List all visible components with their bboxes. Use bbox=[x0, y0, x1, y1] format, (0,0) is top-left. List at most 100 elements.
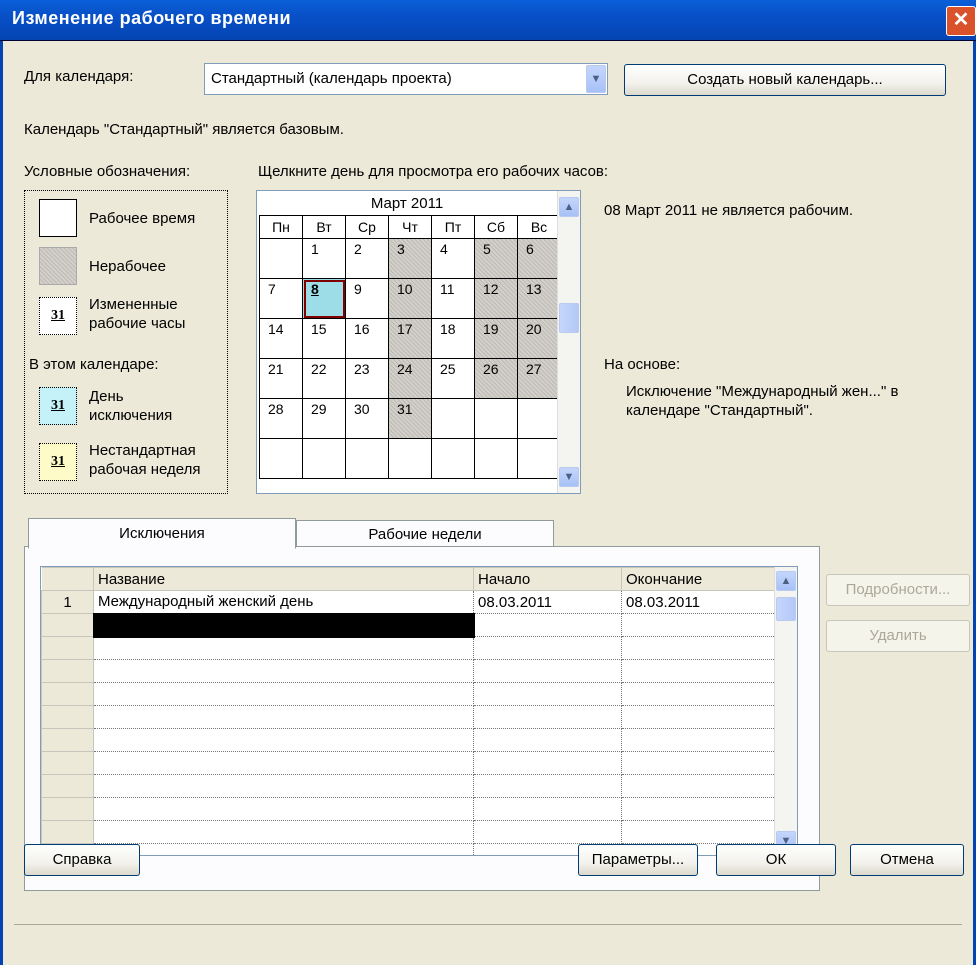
row-number[interactable]: 1 bbox=[41, 590, 94, 614]
table-cell[interactable] bbox=[621, 774, 778, 798]
calendar-day[interactable] bbox=[474, 438, 518, 479]
row-number[interactable] bbox=[41, 613, 94, 637]
active-cell[interactable] bbox=[92, 612, 475, 638]
row-number[interactable] bbox=[41, 820, 94, 844]
chevron-down-icon[interactable]: ▼ bbox=[586, 65, 606, 93]
delete-button[interactable]: Удалить bbox=[826, 620, 970, 652]
calendar-day[interactable] bbox=[259, 438, 303, 479]
calendar-day[interactable]: 16 bbox=[345, 318, 389, 359]
row-number[interactable] bbox=[41, 797, 94, 821]
calendar-day[interactable]: 7 bbox=[259, 278, 303, 319]
calendar-day-nonworking[interactable]: 6 bbox=[517, 238, 561, 279]
calendar-day[interactable]: 14 bbox=[259, 318, 303, 359]
exceptions-grid[interactable]: Название Начало Окончание 1 Международны… bbox=[40, 566, 798, 856]
table-cell[interactable] bbox=[621, 682, 778, 706]
row-number[interactable] bbox=[41, 659, 94, 683]
tab-exceptions[interactable]: Исключения bbox=[28, 518, 296, 549]
calendar-day[interactable] bbox=[517, 438, 561, 479]
calendar-day-nonworking[interactable]: 17 bbox=[388, 318, 432, 359]
calendar-day[interactable]: 15 bbox=[302, 318, 346, 359]
table-cell[interactable] bbox=[621, 797, 778, 821]
scrollbar-thumb[interactable] bbox=[776, 597, 796, 621]
options-button[interactable]: Параметры... bbox=[578, 844, 698, 876]
table-cell[interactable] bbox=[93, 843, 474, 855]
calendar-day-nonworking[interactable]: 27 bbox=[517, 358, 561, 399]
calendar-day[interactable] bbox=[431, 438, 475, 479]
calendar-day[interactable]: 21 bbox=[259, 358, 303, 399]
table-cell[interactable] bbox=[473, 751, 622, 775]
help-button[interactable]: Справка bbox=[24, 844, 140, 876]
row-number[interactable] bbox=[41, 751, 94, 775]
calendar-day[interactable] bbox=[431, 398, 475, 439]
table-cell[interactable] bbox=[93, 797, 474, 821]
table-cell[interactable] bbox=[473, 636, 622, 660]
tab-work-weeks[interactable]: Рабочие недели bbox=[296, 520, 554, 546]
table-cell[interactable] bbox=[473, 613, 622, 637]
calendar-day[interactable]: 11 bbox=[431, 278, 475, 319]
calendar-day[interactable]: 22 bbox=[302, 358, 346, 399]
chevron-up-icon[interactable]: ▲ bbox=[776, 571, 796, 591]
grid-scrollbar[interactable]: ▲ ▼ bbox=[774, 567, 797, 855]
table-cell[interactable] bbox=[621, 751, 778, 775]
table-cell[interactable] bbox=[473, 682, 622, 706]
exception-start-cell[interactable]: 08.03.2011 bbox=[473, 590, 622, 614]
close-button[interactable]: ✕ bbox=[946, 6, 976, 36]
calendar-day[interactable]: 28 bbox=[259, 398, 303, 439]
calendar-select[interactable]: Стандартный (календарь проекта) ▼ bbox=[204, 63, 608, 95]
calendar-day[interactable]: 25 bbox=[431, 358, 475, 399]
row-number[interactable] bbox=[41, 682, 94, 706]
table-cell[interactable] bbox=[93, 751, 474, 775]
chevron-up-icon[interactable]: ▲ bbox=[559, 197, 579, 217]
calendar-day-nonworking[interactable]: 19 bbox=[474, 318, 518, 359]
table-cell[interactable] bbox=[93, 636, 474, 660]
calendar-scrollbar[interactable]: ▲ ▼ bbox=[557, 191, 580, 493]
row-number[interactable] bbox=[41, 636, 94, 660]
column-header-start[interactable]: Начало bbox=[473, 567, 622, 591]
details-button[interactable]: Подробности... bbox=[826, 574, 970, 606]
ok-button[interactable]: ОК bbox=[716, 844, 836, 876]
exception-name-cell[interactable]: Международный женский день bbox=[93, 590, 474, 614]
table-cell[interactable] bbox=[621, 636, 778, 660]
row-number[interactable] bbox=[41, 728, 94, 752]
table-cell[interactable] bbox=[621, 613, 778, 637]
calendar-day-nonworking[interactable]: 3 bbox=[388, 238, 432, 279]
table-cell[interactable] bbox=[621, 820, 778, 844]
calendar-day[interactable] bbox=[388, 438, 432, 479]
cancel-button[interactable]: Отмена bbox=[850, 844, 964, 876]
table-cell[interactable] bbox=[93, 728, 474, 752]
chevron-down-icon[interactable]: ▼ bbox=[559, 467, 579, 487]
table-cell[interactable] bbox=[93, 682, 474, 706]
calendar-day-nonworking[interactable]: 5 bbox=[474, 238, 518, 279]
table-cell[interactable] bbox=[473, 774, 622, 798]
column-header-end[interactable]: Окончание bbox=[621, 567, 778, 591]
table-cell[interactable] bbox=[93, 774, 474, 798]
calendar-day-nonworking[interactable]: 20 bbox=[517, 318, 561, 359]
table-cell[interactable] bbox=[93, 820, 474, 844]
calendar-day-nonworking[interactable]: 10 bbox=[388, 278, 432, 319]
table-cell[interactable] bbox=[621, 728, 778, 752]
calendar-day[interactable] bbox=[474, 398, 518, 439]
table-cell[interactable] bbox=[473, 820, 622, 844]
table-cell[interactable] bbox=[93, 659, 474, 683]
month-calendar[interactable]: Март 2011 Пн Вт Ср Чт Пт Сб Вс 1 2 3 4 5… bbox=[256, 190, 581, 494]
calendar-day[interactable] bbox=[345, 438, 389, 479]
calendar-day[interactable] bbox=[259, 238, 303, 279]
calendar-day[interactable]: 2 bbox=[345, 238, 389, 279]
calendar-day[interactable]: 30 bbox=[345, 398, 389, 439]
calendar-day-nonworking[interactable]: 24 bbox=[388, 358, 432, 399]
calendar-day[interactable] bbox=[302, 438, 346, 479]
calendar-day-nonworking[interactable]: 12 bbox=[474, 278, 518, 319]
exception-end-cell[interactable]: 08.03.2011 bbox=[621, 590, 778, 614]
table-cell[interactable] bbox=[473, 705, 622, 729]
column-header-name[interactable]: Название bbox=[93, 567, 474, 591]
table-cell[interactable] bbox=[93, 705, 474, 729]
calendar-day[interactable]: 18 bbox=[431, 318, 475, 359]
table-cell[interactable] bbox=[621, 705, 778, 729]
table-cell[interactable] bbox=[473, 797, 622, 821]
row-number[interactable] bbox=[41, 774, 94, 798]
create-calendar-button[interactable]: Создать новый календарь... bbox=[624, 64, 946, 96]
calendar-day[interactable] bbox=[517, 398, 561, 439]
table-cell[interactable] bbox=[473, 728, 622, 752]
calendar-day-selected[interactable]: 8 bbox=[302, 278, 346, 319]
calendar-day[interactable]: 29 bbox=[302, 398, 346, 439]
